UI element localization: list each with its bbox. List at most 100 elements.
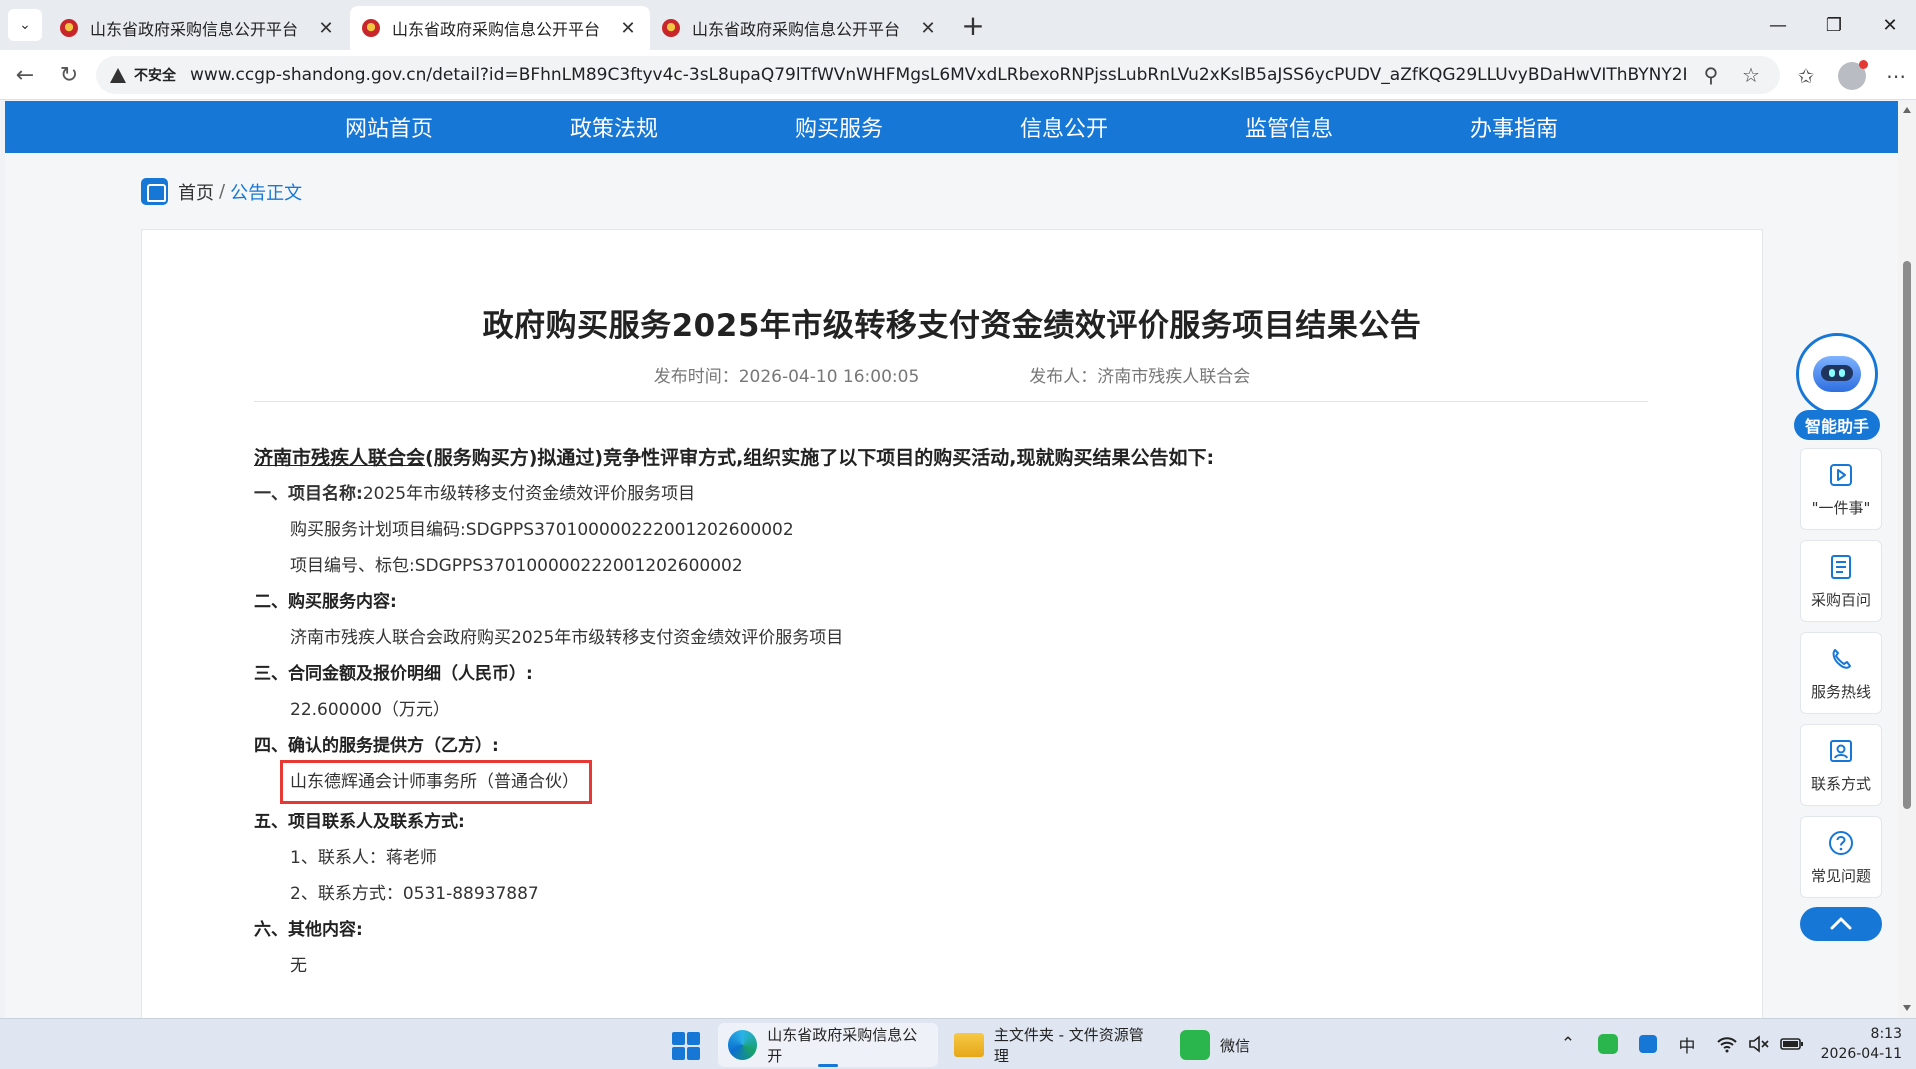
- security-indicator[interactable]: 不安全: [134, 65, 176, 85]
- browser-tab-2[interactable]: 山东省政府采购信息公开平台 ✕: [350, 6, 650, 50]
- contract-amount: 22.600000（万元）: [290, 700, 450, 720]
- battery-icon[interactable]: [1778, 1031, 1806, 1057]
- profile-avatar[interactable]: [1838, 60, 1868, 90]
- tab-title: 山东省政府采购信息公开平台: [90, 20, 299, 39]
- nav-item-policy[interactable]: 政策法规: [502, 101, 727, 153]
- minimize-button[interactable]: —: [1758, 10, 1798, 40]
- side-item-contact[interactable]: 联系方式: [1800, 724, 1882, 806]
- page-viewport: 网站首页 政策法规 购买服务 信息公开 监管信息 办事指南 首页 / 公告正文 …: [5, 101, 1898, 1018]
- close-icon[interactable]: ✕: [316, 18, 336, 39]
- section-label: 一、项目名称:: [254, 484, 363, 504]
- star-icon[interactable]: ☆: [1736, 60, 1766, 90]
- browser-toolbar: ← ↻ 不安全 www.ccgp-shandong.gov.cn/detail?…: [0, 50, 1916, 100]
- wifi-icon[interactable]: [1714, 1031, 1740, 1057]
- reload-button[interactable]: ↻: [54, 60, 84, 90]
- browser-tab-3[interactable]: 山东省政府采购信息公开平台 ✕: [650, 6, 950, 50]
- zoom-icon[interactable]: ⚲: [1696, 60, 1726, 90]
- article-meta: 发布时间：2026-04-10 16:00:05 发布人：济南市残疾人联合会: [142, 362, 1762, 387]
- side-item-faq-purchase[interactable]: 采购百问: [1800, 540, 1882, 622]
- assistant-label: 智能助手: [1794, 410, 1880, 440]
- windows-start-icon[interactable]: [672, 1032, 700, 1060]
- warning-icon: [110, 67, 126, 83]
- arrow-left-icon: ←: [15, 62, 35, 88]
- new-tab-button[interactable]: +: [958, 9, 988, 42]
- chevron-down-icon: ⌄: [19, 17, 31, 33]
- back-button[interactable]: ←: [10, 60, 40, 90]
- breadcrumb-current: 公告正文: [230, 182, 303, 204]
- more-menu-icon[interactable]: ⋯: [1880, 60, 1912, 92]
- folder-icon: [954, 1033, 984, 1057]
- address-bar[interactable]: 不安全 www.ccgp-shandong.gov.cn/detail?id=B…: [96, 56, 1780, 94]
- ime-indicator[interactable]: 中: [1674, 1031, 1700, 1057]
- section-label: 二、购买服务内容:: [254, 592, 397, 612]
- clock-date: 2026-04-11: [1820, 1046, 1902, 1062]
- edge-browser-icon: [728, 1030, 758, 1060]
- taskbar-app-label: 微信: [1220, 1036, 1251, 1055]
- publisher: 发布人：济南市残疾人联合会: [1029, 367, 1251, 387]
- side-item-label: 常见问题: [1810, 866, 1871, 885]
- restore-button[interactable]: ❐: [1814, 10, 1854, 40]
- emblem-favicon-icon: [362, 19, 380, 37]
- taskbar-app-edge[interactable]: 山东省政府采购信息公开: [718, 1023, 938, 1067]
- section-label: 五、项目联系人及联系方式:: [254, 812, 465, 832]
- section-label: 三、合同金额及报价明细（人民币）:: [254, 664, 533, 684]
- side-item-label: "一件事": [1811, 498, 1871, 517]
- nav-item-supervision[interactable]: 监管信息: [1177, 101, 1402, 153]
- other-content: 无: [290, 956, 307, 976]
- show-hidden-icons-chevron-up-icon[interactable]: ⌃: [1556, 1031, 1580, 1057]
- page-scrollbar[interactable]: [1898, 101, 1916, 1018]
- speaker-muted-icon[interactable]: [1746, 1031, 1772, 1057]
- section-value: 2025年市级转移支付资金绩效评价服务项目: [362, 484, 696, 504]
- chevron-up-icon: [1829, 915, 1853, 934]
- taskbar-app-label: 山东省政府采购信息公开: [767, 1026, 918, 1065]
- side-item-one-thing[interactable]: "一件事": [1800, 448, 1882, 530]
- nav-item-info-disclosure[interactable]: 信息公开: [952, 101, 1177, 153]
- reload-icon: ↻: [59, 62, 79, 88]
- system-clock[interactable]: 8:13 2026-04-11: [1812, 1024, 1902, 1064]
- smart-assistant-button[interactable]: 智能助手: [1794, 331, 1880, 441]
- home-icon[interactable]: [141, 178, 168, 205]
- taskbar-app-wechat[interactable]: 微信: [1170, 1023, 1270, 1067]
- service-content: 济南市残疾人联合会政府购买2025年市级转移支付资金绩效评价服务项目: [290, 628, 844, 648]
- minimize-icon: —: [1769, 14, 1787, 36]
- scrollbar-thumb[interactable]: [1903, 261, 1911, 809]
- supplier-name-highlight: 山东德辉通会计师事务所（普通合伙）: [280, 760, 592, 804]
- restore-icon: ❐: [1825, 14, 1843, 36]
- announcement-article: 政府购买服务2025年市级转移支付资金绩效评价服务项目结果公告 发布时间：202…: [141, 229, 1763, 1018]
- breadcrumb-home[interactable]: 首页: [178, 179, 214, 205]
- wechat-tray-icon[interactable]: [1596, 1031, 1620, 1057]
- phone-icon: [1827, 645, 1855, 673]
- emblem-favicon-icon: [60, 19, 78, 37]
- side-item-hotline[interactable]: 服务热线: [1800, 632, 1882, 714]
- site-navigation: 网站首页 政策法规 购买服务 信息公开 监管信息 办事指南: [5, 101, 1898, 153]
- section-project-name: 一、项目名称:2025年市级转移支付资金绩效评价服务项目: [254, 476, 1654, 512]
- robot-icon: [1796, 333, 1878, 415]
- browser-tab-strip: ⌄ 山东省政府采购信息公开平台 ✕ 山东省政府采购信息公开平台 ✕ 山东省政府采…: [0, 0, 1916, 50]
- breadcrumb: 首页 / 公告正文: [141, 178, 302, 205]
- question-icon: [1827, 829, 1855, 857]
- nav-item-purchase-service[interactable]: 购买服务: [727, 101, 952, 153]
- scroll-down-arrow-icon[interactable]: [1903, 1005, 1911, 1011]
- plan-code: 购买服务计划项目编码:SDGPPS37010000022200120260000…: [290, 520, 794, 540]
- scroll-up-arrow-icon[interactable]: [1903, 107, 1911, 113]
- browser-tab-1[interactable]: 山东省政府采购信息公开平台 ✕: [48, 6, 348, 50]
- side-item-common-questions[interactable]: 常见问题: [1800, 816, 1882, 898]
- buyer-name: 济南市残疾人联合会: [254, 447, 426, 469]
- close-icon[interactable]: ✕: [618, 18, 638, 39]
- windows-taskbar: 山东省政府采购信息公开 主文件夹 - 文件资源管理 微信 ⌃ 中 8:13 20…: [0, 1018, 1916, 1069]
- nav-item-guide[interactable]: 办事指南: [1402, 101, 1627, 153]
- breadcrumb-separator: /: [219, 181, 226, 202]
- tab-search-button[interactable]: ⌄: [8, 9, 42, 41]
- close-icon[interactable]: ✕: [918, 18, 938, 39]
- url-text[interactable]: www.ccgp-shandong.gov.cn/detail?id=BFhnL…: [190, 65, 1686, 85]
- app-tray-icon[interactable]: [1636, 1031, 1660, 1057]
- nav-item-home[interactable]: 网站首页: [277, 101, 502, 153]
- favorites-icon[interactable]: ✩: [1790, 60, 1822, 92]
- divider: [254, 401, 1648, 402]
- taskbar-app-explorer[interactable]: 主文件夹 - 文件资源管理: [944, 1023, 1168, 1067]
- close-window-button[interactable]: ✕: [1870, 10, 1910, 40]
- clock-time: 8:13: [1870, 1026, 1902, 1042]
- project-number: 项目编号、标包:SDGPPS370100000222001202600002: [290, 556, 743, 576]
- back-to-top-button[interactable]: [1800, 907, 1882, 941]
- section-label: 四、确认的服务提供方（乙方）:: [254, 736, 499, 756]
